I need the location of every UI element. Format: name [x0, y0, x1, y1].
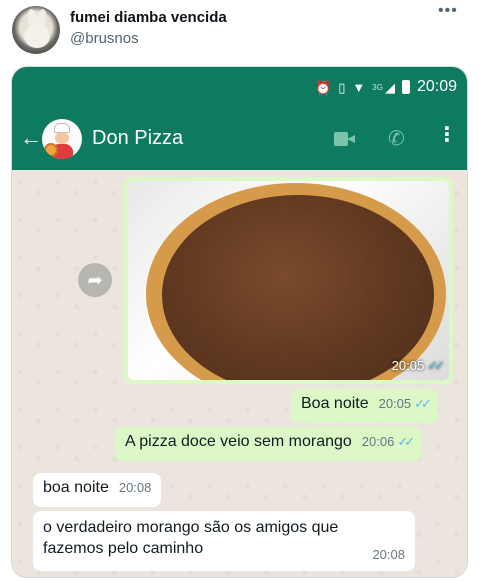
more-horizontal-icon[interactable]: •••	[438, 2, 458, 20]
menu-dots-icon[interactable]: ⋮	[437, 125, 457, 145]
chef-head	[55, 132, 69, 144]
pizza-photo[interactable]: 20:05 ✓✓	[128, 181, 449, 380]
whatsapp-header: ⏰ ▯ ▼ 3G ◢ 20:09 ← Don Pizza ✆ ⋮	[12, 67, 467, 170]
message-time: 20:08	[372, 547, 405, 562]
message-time-text: 20:05	[391, 358, 425, 373]
tweet-media-screenshot[interactable]: ⏰ ▯ ▼ 3G ◢ 20:09 ← Don Pizza ✆ ⋮ ➦ 20:05…	[11, 66, 468, 578]
message-time: 20:08	[118, 480, 152, 495]
network-type-label: 3G	[372, 82, 383, 92]
wifi-icon: ▼	[352, 79, 366, 95]
image-message[interactable]: 20:05 ✓✓	[124, 177, 453, 384]
forward-icon[interactable]: ➦	[78, 263, 112, 297]
alarm-icon: ⏰	[315, 79, 332, 95]
status-bar: ⏰ ▯ ▼ 3G ◢ 20:09	[315, 77, 457, 97]
pizza-graphic	[44, 143, 58, 157]
outgoing-message[interactable]: A pizza doce veio sem morango 20:06 ✓✓	[115, 427, 422, 461]
chocolate-topping	[162, 195, 434, 380]
battery-icon	[401, 80, 410, 94]
message-text: boa noite	[43, 479, 109, 496]
video-camera-lens	[347, 135, 355, 143]
read-receipt-icon: ✓✓	[397, 434, 415, 449]
incoming-message[interactable]: o verdadeiro morango são os amigos que f…	[33, 511, 415, 571]
phone-icon[interactable]: ✆	[388, 126, 405, 151]
contact-avatar[interactable]	[42, 119, 82, 159]
message-text: Boa noite	[301, 395, 369, 412]
tweet-header: fumei diamba vencida @brusnos •••	[0, 0, 479, 62]
message-text: A pizza doce veio sem morango	[125, 433, 352, 450]
read-receipt-icon: ✓✓	[414, 396, 432, 411]
vibrate-icon: ▯	[338, 79, 346, 95]
video-camera-body	[334, 132, 348, 146]
signal-icon: ◢	[384, 79, 395, 95]
display-name[interactable]: fumei diamba vencida	[70, 9, 227, 26]
user-handle[interactable]: @brusnos	[70, 30, 139, 47]
video-call-icon[interactable]	[334, 132, 356, 146]
back-arrow-icon[interactable]: ←	[20, 125, 42, 151]
message-time: 20:05	[378, 396, 412, 411]
message-text: o verdadeiro morango são os amigos que f…	[43, 519, 339, 557]
avatar-face	[24, 24, 50, 48]
message-time: 20:06	[361, 434, 395, 449]
user-avatar[interactable]	[12, 6, 60, 54]
status-clock: 20:09	[416, 78, 457, 95]
chat-area: ➦ 20:05 ✓✓ Boa noite 20:05 ✓✓ A pizza doce …	[12, 170, 467, 577]
contact-name[interactable]: Don Pizza	[92, 127, 183, 150]
read-receipt-icon: ✓✓	[427, 358, 445, 373]
message-time: 20:05 ✓✓	[391, 358, 445, 374]
outgoing-message[interactable]: Boa noite 20:05 ✓✓	[291, 389, 438, 423]
incoming-message[interactable]: boa noite 20:08	[33, 473, 162, 507]
